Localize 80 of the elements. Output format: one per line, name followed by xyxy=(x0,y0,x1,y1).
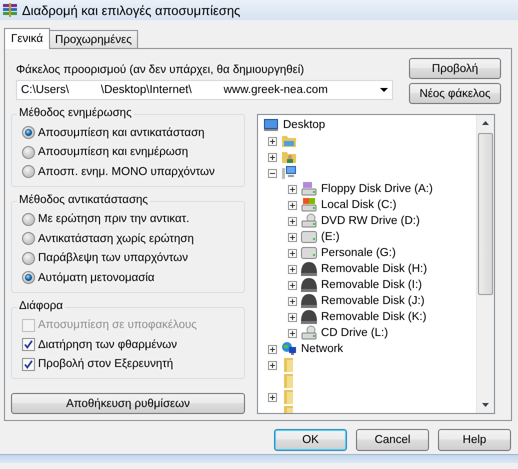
option-label: Με ερώτηση πριν την αντικατ. xyxy=(38,213,190,226)
drive-icon xyxy=(301,229,317,245)
computer-icon xyxy=(281,165,297,181)
expand-icon[interactable] xyxy=(288,216,297,226)
group-title: Μέθοδος ενημέρωσης xyxy=(17,107,134,119)
window-title: Διαδρομή και επιλογές αποσυμπίεσης xyxy=(22,2,240,18)
expand-icon[interactable] xyxy=(288,232,297,242)
radio-button[interactable] xyxy=(22,126,35,140)
expand-icon[interactable] xyxy=(268,392,277,402)
removable-drive-icon xyxy=(301,277,317,293)
dialog-button[interactable]: Cancel xyxy=(356,429,429,451)
checkbox[interactable] xyxy=(22,358,35,371)
tree-item[interactable]: Removable Disk (H:) xyxy=(320,263,428,275)
checkbox[interactable] xyxy=(22,338,35,352)
radio-button[interactable] xyxy=(22,146,35,159)
option-label: Διατήρηση των φθαρμένων xyxy=(38,338,178,351)
tree-item[interactable]: Floppy Disk Drive (A:) xyxy=(320,183,434,195)
removable-drive-icon xyxy=(301,293,317,309)
expand-icon[interactable] xyxy=(288,200,297,210)
tree-item[interactable]: Personale (G:) xyxy=(320,247,397,259)
expand-icon[interactable] xyxy=(288,248,297,258)
archive-icon xyxy=(2,2,18,18)
expand-icon[interactable] xyxy=(288,296,297,306)
option-label: Αποσπ. ενημ. ΜΟΝΟ υπαρχόντων xyxy=(38,166,215,178)
radio-button[interactable] xyxy=(22,271,35,284)
tree-item[interactable]: Network xyxy=(300,343,344,355)
dialog-button[interactable]: OK xyxy=(274,429,347,451)
expand-icon[interactable] xyxy=(268,152,277,162)
tab[interactable]: Προχωρημένες xyxy=(49,30,138,48)
expand-icon[interactable] xyxy=(268,136,277,146)
group-title: Διάφορα xyxy=(17,300,65,312)
expand-icon[interactable] xyxy=(268,344,277,354)
radio-button[interactable] xyxy=(22,212,35,226)
removable-drive-icon xyxy=(301,261,317,277)
option-label: Αποσυμπίεση και αντικατάσταση xyxy=(38,126,205,139)
tree-item[interactable]: (E:) xyxy=(320,231,341,243)
folder-tree[interactable]: Desktop Floppy Disk Drive (A:) Local Disk (C:) DVD RW Drive (D:) (E:) Personale (G:) Removable Disk (H:) Removable Disk (I:) Removable Disk (J:) Removable Disk (K:) CD Drive (L:) Network xyxy=(257,114,495,414)
expand-icon[interactable] xyxy=(288,264,297,274)
option-label: Αποσυμπίεση σε υποφακέλους xyxy=(38,319,197,332)
tree-item[interactable]: DVD RW Drive (D:) xyxy=(320,215,421,227)
desktop-icon xyxy=(263,117,279,133)
removable-drive-icon xyxy=(301,309,317,325)
collapse-icon[interactable] xyxy=(268,168,277,178)
disc-drive-icon xyxy=(301,213,317,229)
save-settings-button[interactable]: Αποθήκευση ρυθμίσεων xyxy=(11,393,245,414)
expand-icon[interactable] xyxy=(288,328,297,338)
option-label: Αντικατάσταση χωρίς ερώτηση xyxy=(38,232,194,245)
radio-button[interactable] xyxy=(22,165,35,178)
drive-icon xyxy=(301,245,317,261)
side-button[interactable]: Νέος φάκελος xyxy=(409,83,501,104)
tree-item[interactable]: Local Disk (C:) xyxy=(320,199,398,211)
field-label: Φάκελος προορισμού (αν δεν υπάρχει, θα δημιουργηθεί) xyxy=(16,63,306,76)
disc-drive-icon xyxy=(301,325,317,341)
drive-icon xyxy=(301,197,317,213)
tree-item[interactable]: CD Drive (L:) xyxy=(320,327,390,339)
network-icon xyxy=(281,341,297,357)
option-label: Παράβλεψη των υπαρχόντων xyxy=(38,252,188,264)
radio-button[interactable] xyxy=(22,252,35,265)
side-button[interactable]: Προβολή xyxy=(409,58,501,79)
radio-button[interactable] xyxy=(22,232,35,246)
scrollbar[interactable] xyxy=(476,115,494,413)
scrollbar-thumb[interactable] xyxy=(478,133,493,295)
floppy-drive-icon xyxy=(301,181,317,197)
group-title: Μέθοδος αντικατάστασης xyxy=(17,194,150,206)
user-folder-icon xyxy=(281,149,297,165)
folder-icon xyxy=(281,133,297,149)
expand-icon[interactable] xyxy=(268,360,277,370)
tree-item[interactable]: Removable Disk (J:) xyxy=(320,295,426,307)
path-field[interactable]: C:\Users\ \Desktop\Internet\ www.greek-nea.com xyxy=(16,80,393,100)
tree-item[interactable]: Removable Disk (K:) xyxy=(320,311,428,323)
dialog-button[interactable]: Help xyxy=(438,429,511,451)
expand-icon[interactable] xyxy=(288,184,297,194)
option-label: Αυτόματη μετονομασία xyxy=(38,272,155,284)
expand-icon[interactable] xyxy=(288,312,297,322)
tree-item[interactable]: Removable Disk (I:) xyxy=(320,279,423,291)
option-label: Προβολή στον Εξερευνητή xyxy=(38,358,174,370)
tab[interactable]: Γενικά xyxy=(4,28,50,49)
tree-item[interactable]: Desktop xyxy=(282,119,326,131)
option-label: Αποσυμπίεση και ενημέρωση xyxy=(38,146,188,158)
expand-icon[interactable] xyxy=(288,280,297,290)
